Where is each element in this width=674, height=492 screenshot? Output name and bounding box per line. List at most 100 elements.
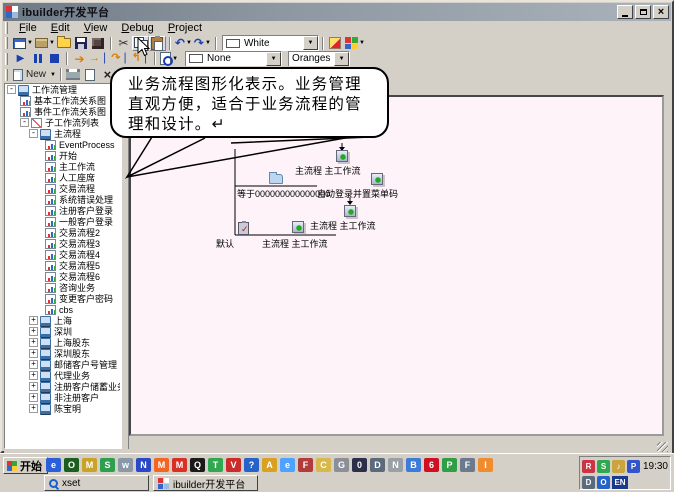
build-button[interactable] <box>90 36 107 51</box>
start-button[interactable]: 开始 <box>3 457 48 474</box>
print-button[interactable] <box>65 67 82 82</box>
preview-button[interactable]: ▼ <box>159 51 179 66</box>
new-button[interactable]: New ▼ <box>12 67 57 82</box>
quicklaunch-icon[interactable]: C <box>316 458 331 472</box>
tree-item[interactable]: 变更客户密码 <box>5 293 120 304</box>
flow-node-label[interactable]: 主流程 主工作流 <box>310 219 400 232</box>
tray-icon[interactable]: S <box>597 460 610 473</box>
brush-button[interactable] <box>327 36 344 51</box>
stop-button[interactable] <box>46 51 63 66</box>
expand-toggle[interactable]: + <box>29 393 38 402</box>
tray-icon[interactable]: ♪ <box>612 460 625 473</box>
flow-node-label[interactable]: 主流程 主工作流 <box>262 237 352 250</box>
undo-button[interactable]: ↶▼ <box>174 36 193 51</box>
save-button[interactable] <box>73 36 90 51</box>
cut-button[interactable]: ✂ <box>115 36 132 51</box>
menu-view[interactable]: View <box>77 21 115 35</box>
quicklaunch-icon[interactable]: F <box>298 458 313 472</box>
title-bar[interactable]: ibuilder开发平台 × <box>3 3 671 21</box>
menu-file[interactable]: File <box>12 21 44 35</box>
quicklaunch-icon[interactable]: O <box>64 458 79 472</box>
fill-combo[interactable]: None ▼ <box>185 51 282 67</box>
language-indicator[interactable]: EN <box>612 476 628 489</box>
toolbar-grip[interactable] <box>5 53 8 65</box>
workflow-node-icon[interactable] <box>371 173 383 185</box>
quicklaunch-icon[interactable]: I <box>478 458 493 472</box>
quicklaunch-icon[interactable]: w <box>118 458 133 472</box>
condition-folder-icon[interactable] <box>269 174 283 184</box>
toolbar-grip[interactable] <box>5 37 8 49</box>
expand-toggle[interactable]: + <box>29 404 38 413</box>
quicklaunch-icon[interactable]: G <box>334 458 349 472</box>
quicklaunch-icon[interactable]: 0 <box>352 458 367 472</box>
quicklaunch-icon[interactable]: P <box>442 458 457 472</box>
tray-icon[interactable]: O <box>597 476 610 489</box>
collapse-toggle[interactable]: - <box>20 118 29 127</box>
quicklaunch-icon[interactable]: N <box>136 458 151 472</box>
new-form-button[interactable]: ▼ <box>12 36 34 51</box>
quicklaunch-icon[interactable]: e <box>280 458 295 472</box>
task-button-xset[interactable]: xset <box>44 475 149 491</box>
quicklaunch-icon[interactable]: e <box>46 458 61 472</box>
palette-button[interactable]: ▼ <box>344 36 366 51</box>
toolbar-grip[interactable] <box>5 69 8 81</box>
restore-button[interactable] <box>635 5 651 19</box>
quicklaunch-icon[interactable]: Q <box>190 458 205 472</box>
expand-toggle[interactable]: + <box>29 382 38 391</box>
step-into-button[interactable]: →❘ <box>88 51 110 66</box>
quicklaunch-icon[interactable]: A <box>262 458 277 472</box>
tray-icon[interactable]: P <box>627 460 640 473</box>
tree-item[interactable]: -主流程 <box>5 128 120 139</box>
clock[interactable]: 19:30 <box>643 461 668 472</box>
action-label[interactable]: 自动登录并置菜单码 <box>317 187 398 200</box>
combo-dropdown-button[interactable]: ▼ <box>334 52 349 66</box>
collapse-toggle[interactable]: - <box>29 129 38 138</box>
default-label[interactable]: 默认 <box>216 237 234 250</box>
toolbox-button[interactable]: ▼ <box>34 36 56 51</box>
step-out-button[interactable]: ↰❘ <box>131 51 151 66</box>
color-combo[interactable]: White ▼ <box>222 35 319 51</box>
quicklaunch-icon[interactable]: ? <box>244 458 259 472</box>
default-clipboard-icon[interactable] <box>238 222 249 235</box>
close-button[interactable]: × <box>653 5 669 19</box>
paste-button[interactable] <box>149 36 166 51</box>
palette-combo[interactable]: Oranges ▼ <box>288 51 350 67</box>
resize-grip[interactable] <box>657 442 668 452</box>
pause-button[interactable] <box>29 51 46 66</box>
step-over-button[interactable]: ↷❘ <box>110 51 130 66</box>
minimize-button[interactable] <box>617 5 633 19</box>
quicklaunch-icon[interactable]: 6 <box>424 458 439 472</box>
quicklaunch-icon[interactable]: M <box>82 458 97 472</box>
properties-button[interactable] <box>82 67 99 82</box>
workflow-canvas[interactable]: 主流程 主工作流 等于000000000000000 自动登录并置菜单码 主流程… <box>129 95 664 436</box>
copy-button[interactable] <box>132 36 149 51</box>
expand-toggle[interactable]: + <box>29 371 38 380</box>
redo-button[interactable]: ↷▼ <box>193 36 212 51</box>
workflow-node-icon[interactable] <box>292 221 304 233</box>
expand-toggle[interactable]: + <box>29 327 38 336</box>
quicklaunch-icon[interactable]: M <box>172 458 187 472</box>
quicklaunch-icon[interactable]: B <box>406 458 421 472</box>
quicklaunch-icon[interactable]: V <box>226 458 241 472</box>
quicklaunch-icon[interactable]: D <box>370 458 385 472</box>
quicklaunch-icon[interactable]: T <box>208 458 223 472</box>
workflow-node-icon[interactable] <box>336 150 348 162</box>
combo-dropdown-button[interactable]: ▼ <box>303 36 318 50</box>
expand-toggle[interactable]: + <box>29 338 38 347</box>
quicklaunch-icon[interactable]: S <box>100 458 115 472</box>
quicklaunch-icon[interactable]: N <box>388 458 403 472</box>
expand-toggle[interactable]: + <box>29 349 38 358</box>
expand-toggle[interactable]: + <box>29 316 38 325</box>
task-button-ibuilder[interactable]: ibuilder开发平台 <box>153 475 258 491</box>
quicklaunch-icon[interactable]: F <box>460 458 475 472</box>
tray-icon[interactable]: D <box>582 476 595 489</box>
menu-debug[interactable]: Debug <box>114 21 160 35</box>
expand-toggle[interactable]: + <box>29 360 38 369</box>
open-button[interactable] <box>56 36 73 51</box>
menu-project[interactable]: Project <box>161 21 209 35</box>
quicklaunch-icon[interactable]: M <box>154 458 169 472</box>
workflow-node-icon[interactable] <box>344 205 356 217</box>
continue-button[interactable]: ➔ <box>71 51 88 66</box>
menu-edit[interactable]: Edit <box>44 21 77 35</box>
menu-grip[interactable] <box>5 22 8 34</box>
